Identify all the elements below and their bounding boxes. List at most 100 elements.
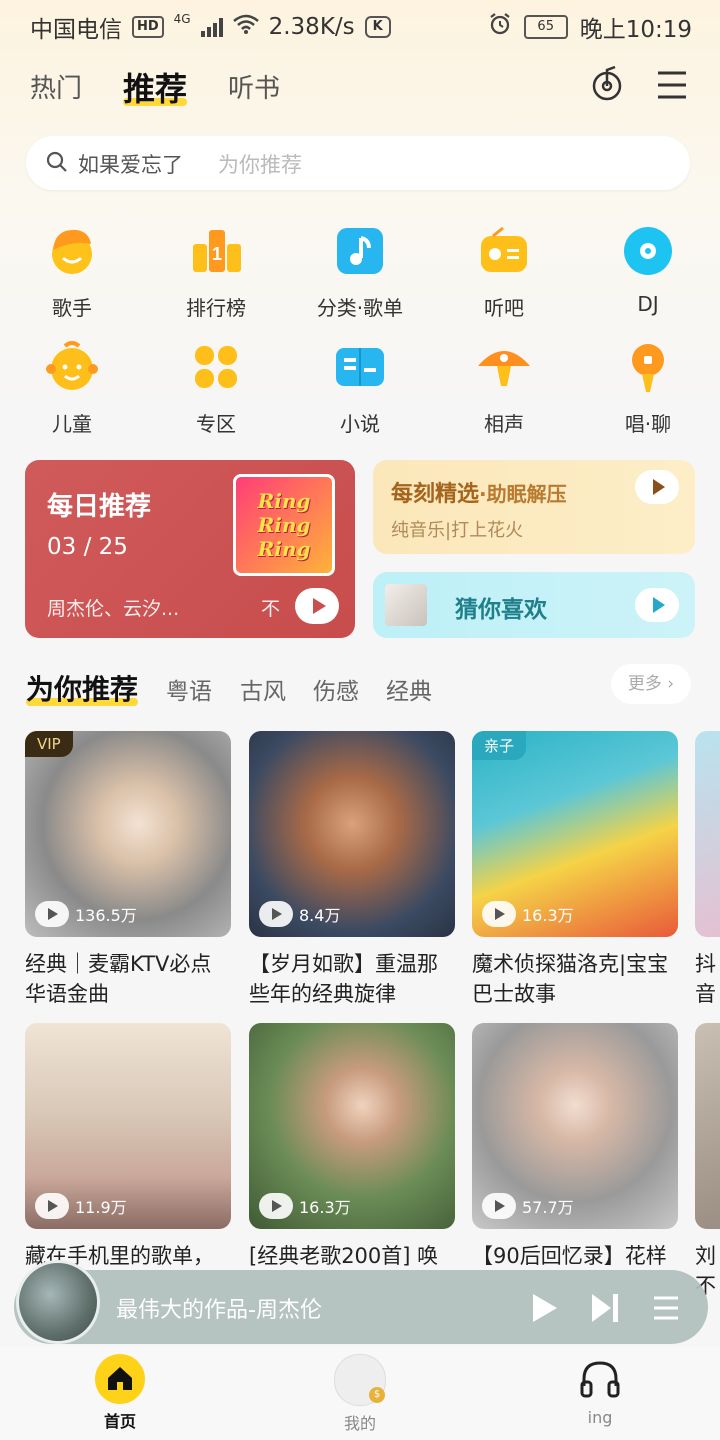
rec-tab-for-you[interactable]: 为你推荐: [26, 668, 139, 708]
category-label: 排行榜: [186, 296, 246, 320]
category-label: 歌手: [52, 296, 92, 320]
play-icon: [35, 1193, 69, 1219]
playlist-title: 魔术侦探猫洛克|宝宝巴士故事: [472, 952, 669, 1006]
category-label: 儿童: [52, 412, 92, 436]
moment-title: 每刻精选·助眠解压: [391, 476, 567, 508]
playlist-queue-icon[interactable]: [652, 1294, 680, 1326]
play-count-value: 136.5万: [75, 906, 137, 925]
radio-icon: [475, 222, 533, 280]
more-button[interactable]: 更多 ›: [611, 664, 691, 704]
playlist-card[interactable]: 16.3万 [经典老歌200首] 唤: [249, 1023, 455, 1301]
category-novel[interactable]: 小说: [300, 338, 420, 437]
daily-play-button[interactable]: [295, 588, 339, 624]
signal-icon: [200, 17, 223, 37]
home-icon: [95, 1354, 145, 1404]
now-playing-title: 最伟大的作品-周杰伦: [116, 1298, 322, 1323]
play-icon: [35, 901, 69, 927]
play-count-value: 8.4万: [299, 906, 341, 925]
nav-home[interactable]: 首页: [60, 1354, 180, 1432]
category-playlists[interactable]: 分类·歌单: [300, 222, 420, 321]
status-bar: 中国电信 HD 4G 2.38K/s K 65 晚上10:19: [0, 0, 720, 50]
disc-icon: [619, 222, 677, 280]
mini-player[interactable]: 最伟大的作品-周杰伦: [14, 1260, 708, 1344]
category-ranking[interactable]: 1 排行榜: [156, 222, 276, 321]
moment-sub: 纯音乐|打上花火: [391, 520, 524, 541]
playlist-card[interactable]: 亲子 16.3万 魔术侦探猫洛克|宝宝巴士故事: [472, 731, 678, 1009]
tab-hot[interactable]: 热门: [30, 68, 82, 105]
rec-tab-sad[interactable]: 伤感: [313, 672, 359, 706]
battery-icon: 65: [523, 15, 568, 39]
daily-recommend-card[interactable]: 每日推荐 03 / 25 周杰伦、云汐... 不 Ring Ring Ring: [25, 460, 355, 638]
svg-text:1: 1: [212, 244, 222, 264]
category-label: 唱·聊: [624, 412, 672, 436]
playlist-card-partial[interactable]: 刘不: [695, 1023, 720, 1301]
bottom-nav: 首页 $ 我的 ing: [0, 1346, 720, 1440]
search-icon: [46, 151, 68, 177]
category-zone[interactable]: 专区: [156, 338, 276, 437]
play-icon[interactable]: [530, 1292, 560, 1328]
playlist-card[interactable]: 57.7万 【90后回忆录】花样: [472, 1023, 678, 1301]
menu-icon[interactable]: [656, 70, 688, 104]
category-label: 听吧: [484, 296, 524, 320]
play-count: 8.4万: [259, 901, 340, 927]
net-speed: 2.38K/s: [268, 14, 355, 40]
playlist-card[interactable]: 8.4万 【岁月如歌】重温那些年的经典旋律: [249, 731, 455, 1009]
nav-mine-label: 我的: [343, 1414, 376, 1433]
category-listen[interactable]: 听吧: [444, 222, 564, 321]
daily-month: 03: [47, 534, 77, 560]
category-sing-chat[interactable]: 唱·聊: [588, 338, 708, 437]
moment-play-button[interactable]: [635, 470, 679, 504]
play-count: 16.3万: [259, 1193, 351, 1219]
guess-you-like-card[interactable]: 猜你喜欢: [373, 572, 695, 638]
singer-icon: [43, 222, 101, 280]
headphones-icon: [575, 1354, 625, 1404]
playlist-cover: 11.9万: [25, 1023, 231, 1229]
play-icon: [259, 1193, 293, 1219]
tab-audiobook[interactable]: 听书: [228, 68, 280, 105]
search-hint: 为你推荐: [218, 153, 302, 177]
play-icon: [482, 1193, 516, 1219]
play-icon: [482, 901, 516, 927]
playlist-card[interactable]: VIP 136.5万 经典｜麦霸KTV必点华语金曲: [25, 731, 231, 1009]
category-singer[interactable]: 歌手: [12, 222, 132, 321]
rec-tab-classic[interactable]: 经典: [386, 672, 432, 706]
nav-mine[interactable]: $ 我的: [300, 1354, 420, 1434]
category-children[interactable]: 儿童: [12, 338, 132, 437]
chart-rank-icon: 1: [187, 222, 245, 280]
hd-badge: HD: [132, 16, 164, 38]
child-icon: [43, 338, 101, 396]
playlist-cover: 16.3万: [249, 1023, 455, 1229]
carrier-label: 中国电信: [30, 17, 122, 43]
now-playing-artwork[interactable]: [16, 1260, 100, 1344]
nav-ing[interactable]: ing: [540, 1354, 660, 1427]
category-label: 相声: [484, 412, 524, 436]
guess-play-button[interactable]: [635, 588, 679, 622]
playlist-title: 经典｜麦霸KTV必点华语金曲: [25, 952, 212, 1006]
playlist-card-partial[interactable]: 抖音被: [695, 731, 720, 1009]
play-count-value: 16.3万: [299, 1198, 351, 1217]
playlist-cover: 8.4万: [249, 731, 455, 937]
wifi-icon: [232, 14, 259, 40]
more-label: 更多: [627, 674, 662, 694]
tab-recommend[interactable]: 推荐: [123, 64, 188, 110]
category-crosstalk[interactable]: 相声: [444, 338, 564, 437]
category-dj[interactable]: DJ: [588, 222, 708, 316]
network-type: 4G: [173, 12, 191, 26]
play-count: 136.5万: [35, 901, 137, 927]
book-icon: [331, 338, 389, 396]
voice-recognize-icon[interactable]: [590, 64, 626, 108]
rec-tab-ancient-style[interactable]: 古风: [240, 672, 286, 706]
moment-title-main: 每刻精选: [391, 482, 480, 507]
next-icon[interactable]: [590, 1292, 620, 1328]
playlist-cover: [695, 731, 720, 937]
guess-thumbnail: [385, 584, 427, 626]
microphone-icon: [619, 338, 677, 396]
rec-tab-cantonese[interactable]: 粤语: [166, 672, 212, 706]
nav-ing-label: ing: [587, 1408, 613, 1427]
moment-picks-card[interactable]: 每刻精选·助眠解压 纯音乐|打上花火: [373, 460, 695, 554]
play-count-value: 16.3万: [522, 906, 574, 925]
play-count-value: 11.9万: [75, 1198, 127, 1217]
crosstalk-icon: [475, 338, 533, 396]
search-input[interactable]: 如果爱忘了 为你推荐: [26, 136, 690, 190]
daily-date: 03 / 25: [47, 534, 128, 560]
